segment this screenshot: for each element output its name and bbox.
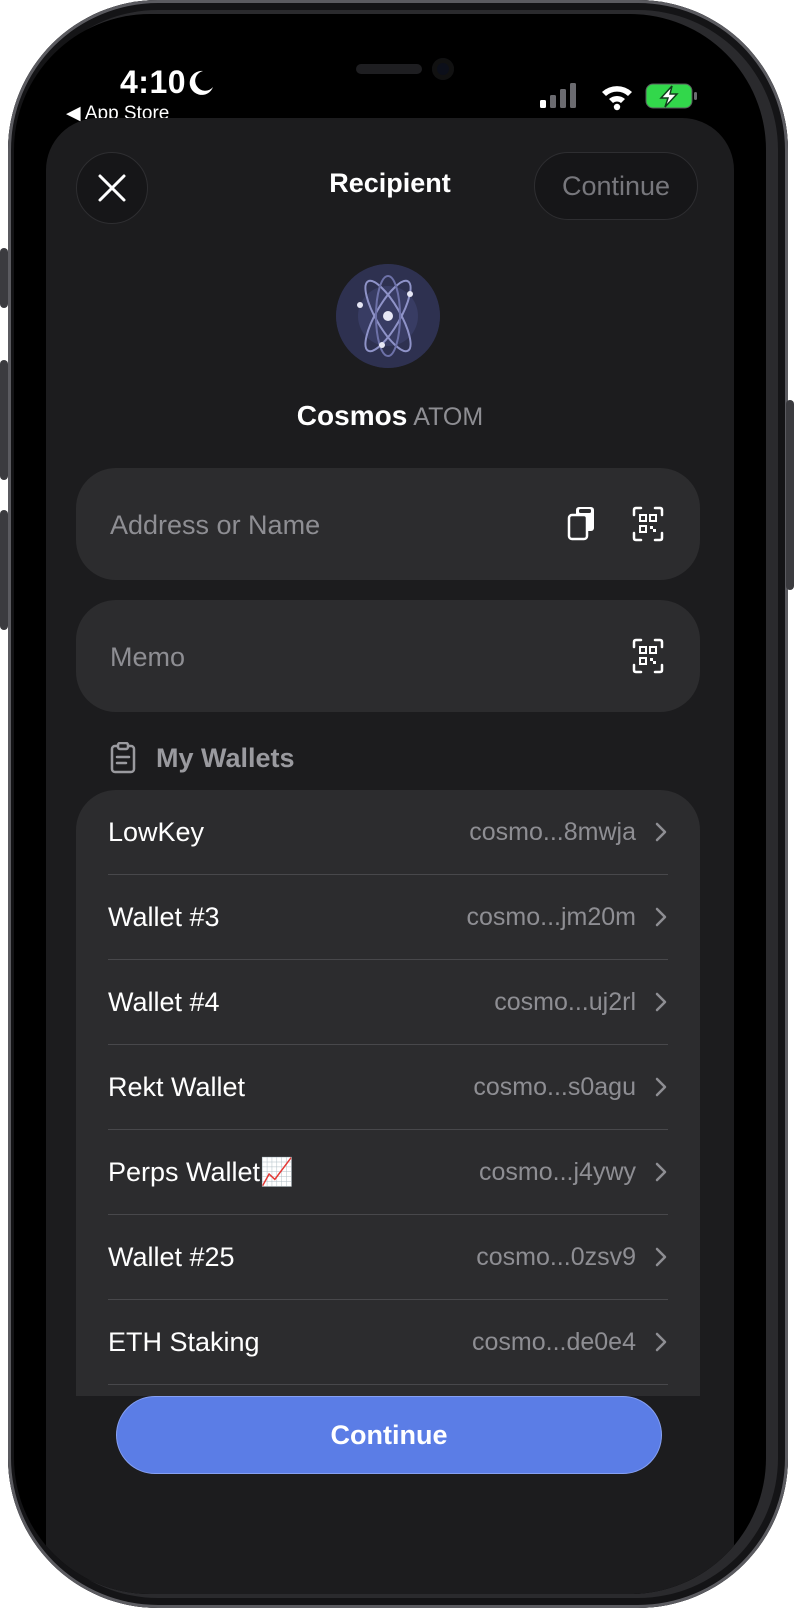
wallet-row[interactable]: Perps Wallet📈 cosmo...j4ywy <box>108 1130 668 1215</box>
status-icons <box>540 83 697 111</box>
volume-up-button <box>0 360 8 480</box>
wallet-name: Wallet #25 <box>108 1241 235 1272</box>
qr-scan-icon[interactable] <box>632 638 664 674</box>
front-camera <box>432 58 454 80</box>
wallet-address: cosmo...j4ywy <box>479 1157 636 1186</box>
wallet-address: cosmo...uj2rl <box>494 987 636 1016</box>
clipboard-icon <box>110 742 136 774</box>
chevron-right-icon <box>655 1332 667 1352</box>
wallet-list: LowKey cosmo...8mwja Wallet #3 cosmo...j… <box>76 790 700 1396</box>
my-wallets-title: My Wallets <box>156 742 295 773</box>
wallet-name: Rekt Wallet <box>108 1071 246 1102</box>
status-time: 4:10 <box>120 64 187 100</box>
power-button <box>786 400 794 590</box>
chevron-right-icon <box>655 992 667 1012</box>
my-wallets-header: My Wallets <box>110 738 295 778</box>
wallet-row[interactable]: Wallet #25 cosmo...0zsv9 <box>108 1215 668 1300</box>
action-button <box>0 248 8 308</box>
qr-scan-icon[interactable] <box>632 506 664 542</box>
token-name: Cosmos <box>296 400 408 431</box>
chevron-right-icon <box>655 1247 667 1267</box>
memo-input[interactable] <box>108 600 532 714</box>
volume-down-button <box>0 510 8 630</box>
wallet-name: Perps Wallet📈 <box>108 1157 294 1187</box>
wallet-name: Wallet #4 <box>108 986 220 1017</box>
chevron-right-icon <box>655 822 667 842</box>
token-symbol: ATOM <box>413 403 484 431</box>
cellular-signal-icon <box>540 83 576 108</box>
wallet-row[interactable]: Rekt Wallet cosmo...s0agu <box>108 1045 668 1130</box>
wallet-name: LowKey <box>108 816 205 847</box>
wallet-name: ETH Staking <box>108 1326 260 1357</box>
wallet-row[interactable]: LowKey cosmo...8mwja <box>108 790 668 875</box>
speaker-grille <box>356 64 422 74</box>
battery-charging-icon <box>645 83 697 109</box>
token-title: Cosmos ATOM <box>46 400 734 432</box>
chevron-right-icon <box>655 907 667 927</box>
wallet-row[interactable]: ETH Staking cosmo...de0e4 <box>108 1300 668 1385</box>
wallet-address: cosmo...de0e4 <box>472 1327 636 1356</box>
address-input[interactable] <box>108 468 532 582</box>
wifi-icon <box>602 86 632 111</box>
screen: 4:10 ◀ App Store Recipient Continue Cosm… <box>14 14 766 1594</box>
cosmos-atom-icon <box>336 264 440 368</box>
memo-field <box>76 600 700 714</box>
header-continue-button[interactable]: Continue <box>534 152 698 220</box>
chevron-right-icon <box>655 1077 667 1097</box>
moon-icon <box>189 70 213 95</box>
continue-button[interactable]: Continue <box>116 1396 662 1474</box>
chevron-right-icon <box>655 1162 667 1182</box>
paste-icon[interactable] <box>566 506 598 542</box>
wallet-address: cosmo...jm20m <box>466 902 636 931</box>
wallet-row[interactable]: Wallet #3 cosmo...jm20m <box>108 875 668 960</box>
address-field <box>76 468 700 582</box>
wallet-row[interactable]: Wallet #4 cosmo...uj2rl <box>108 960 668 1045</box>
recipient-sheet: Recipient Continue Cosmos ATOM Address o… <box>46 118 734 1594</box>
wallet-address: cosmo...0zsv9 <box>476 1242 636 1271</box>
wallet-name: Wallet #3 <box>108 901 220 932</box>
wallet-address: cosmo...8mwja <box>469 817 636 846</box>
wallet-address: cosmo...s0agu <box>473 1072 636 1101</box>
